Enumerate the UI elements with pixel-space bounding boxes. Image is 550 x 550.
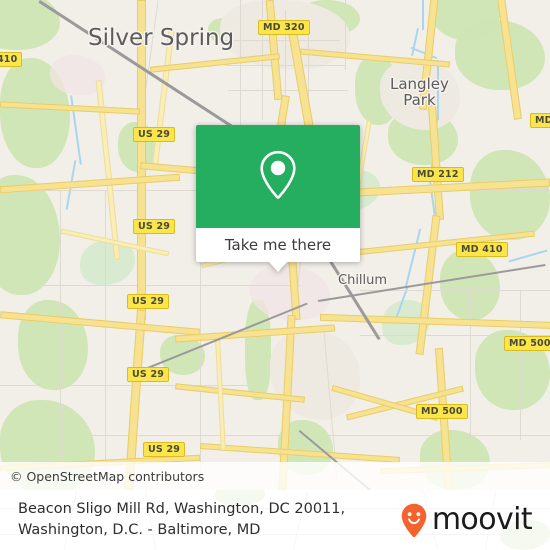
road-shield-md500: MD 500 bbox=[416, 404, 468, 419]
road-shield-md410-west: 410 bbox=[0, 52, 23, 67]
map-attribution-bar: © OpenStreetMap contributors bbox=[0, 462, 550, 490]
minor-road bbox=[0, 435, 550, 436]
map-canvas[interactable]: Silver Spring Langley Park Chillum 410 M… bbox=[0, 0, 550, 490]
moovit-smiling-pin-icon bbox=[401, 503, 427, 537]
road-shield-md-east: MD bbox=[530, 113, 550, 128]
moovit-wordmark: moovit bbox=[431, 502, 533, 537]
minor-road bbox=[228, 90, 348, 91]
popup-header bbox=[196, 125, 360, 228]
road-shield-md212: MD 212 bbox=[412, 167, 464, 182]
osm-attribution-text: © OpenStreetMap contributors bbox=[10, 468, 205, 484]
stream bbox=[422, 0, 424, 30]
location-address-label: Beacon Sligo Mill Rd, Washington, DC 200… bbox=[18, 501, 346, 538]
moovit-logo: moovit bbox=[401, 502, 533, 537]
place-label-chillum: Chillum bbox=[338, 273, 388, 288]
location-popup-card[interactable]: Take me there bbox=[196, 125, 360, 272]
minor-road bbox=[220, 40, 340, 41]
road-shield-us29: US 29 bbox=[127, 294, 170, 309]
place-label-langley-park: Langley Park bbox=[390, 75, 449, 109]
place-label-silver-spring: Silver Spring bbox=[88, 25, 235, 51]
road-shield-us29: US 29 bbox=[133, 219, 176, 234]
footer-bar: Beacon Sligo Mill Rd, Washington, DC 200… bbox=[0, 490, 550, 550]
road-shield-us29: US 29 bbox=[133, 127, 176, 142]
minor-road bbox=[520, 290, 521, 440]
take-me-there-button[interactable]: Take me there bbox=[225, 236, 331, 254]
popup-pointer bbox=[269, 262, 287, 272]
minor-road bbox=[470, 290, 471, 440]
road-shield-md320: MD 320 bbox=[258, 20, 310, 35]
road-shield-md410: MD 410 bbox=[456, 242, 508, 257]
minor-road bbox=[345, 0, 346, 70]
minor-road bbox=[60, 190, 61, 490]
road-shield-us29: US 29 bbox=[143, 442, 186, 457]
minor-road bbox=[225, 65, 345, 66]
road-shield-md500: MD 500 bbox=[504, 336, 550, 351]
minor-road bbox=[0, 285, 300, 286]
minor-road bbox=[105, 190, 106, 490]
map-pin-icon bbox=[257, 149, 299, 205]
popup-action-row[interactable]: Take me there bbox=[196, 228, 360, 262]
map-screenshot: Silver Spring Langley Park Chillum 410 M… bbox=[0, 0, 550, 550]
minor-road bbox=[0, 385, 250, 386]
road-shield-us29: US 29 bbox=[127, 367, 170, 382]
